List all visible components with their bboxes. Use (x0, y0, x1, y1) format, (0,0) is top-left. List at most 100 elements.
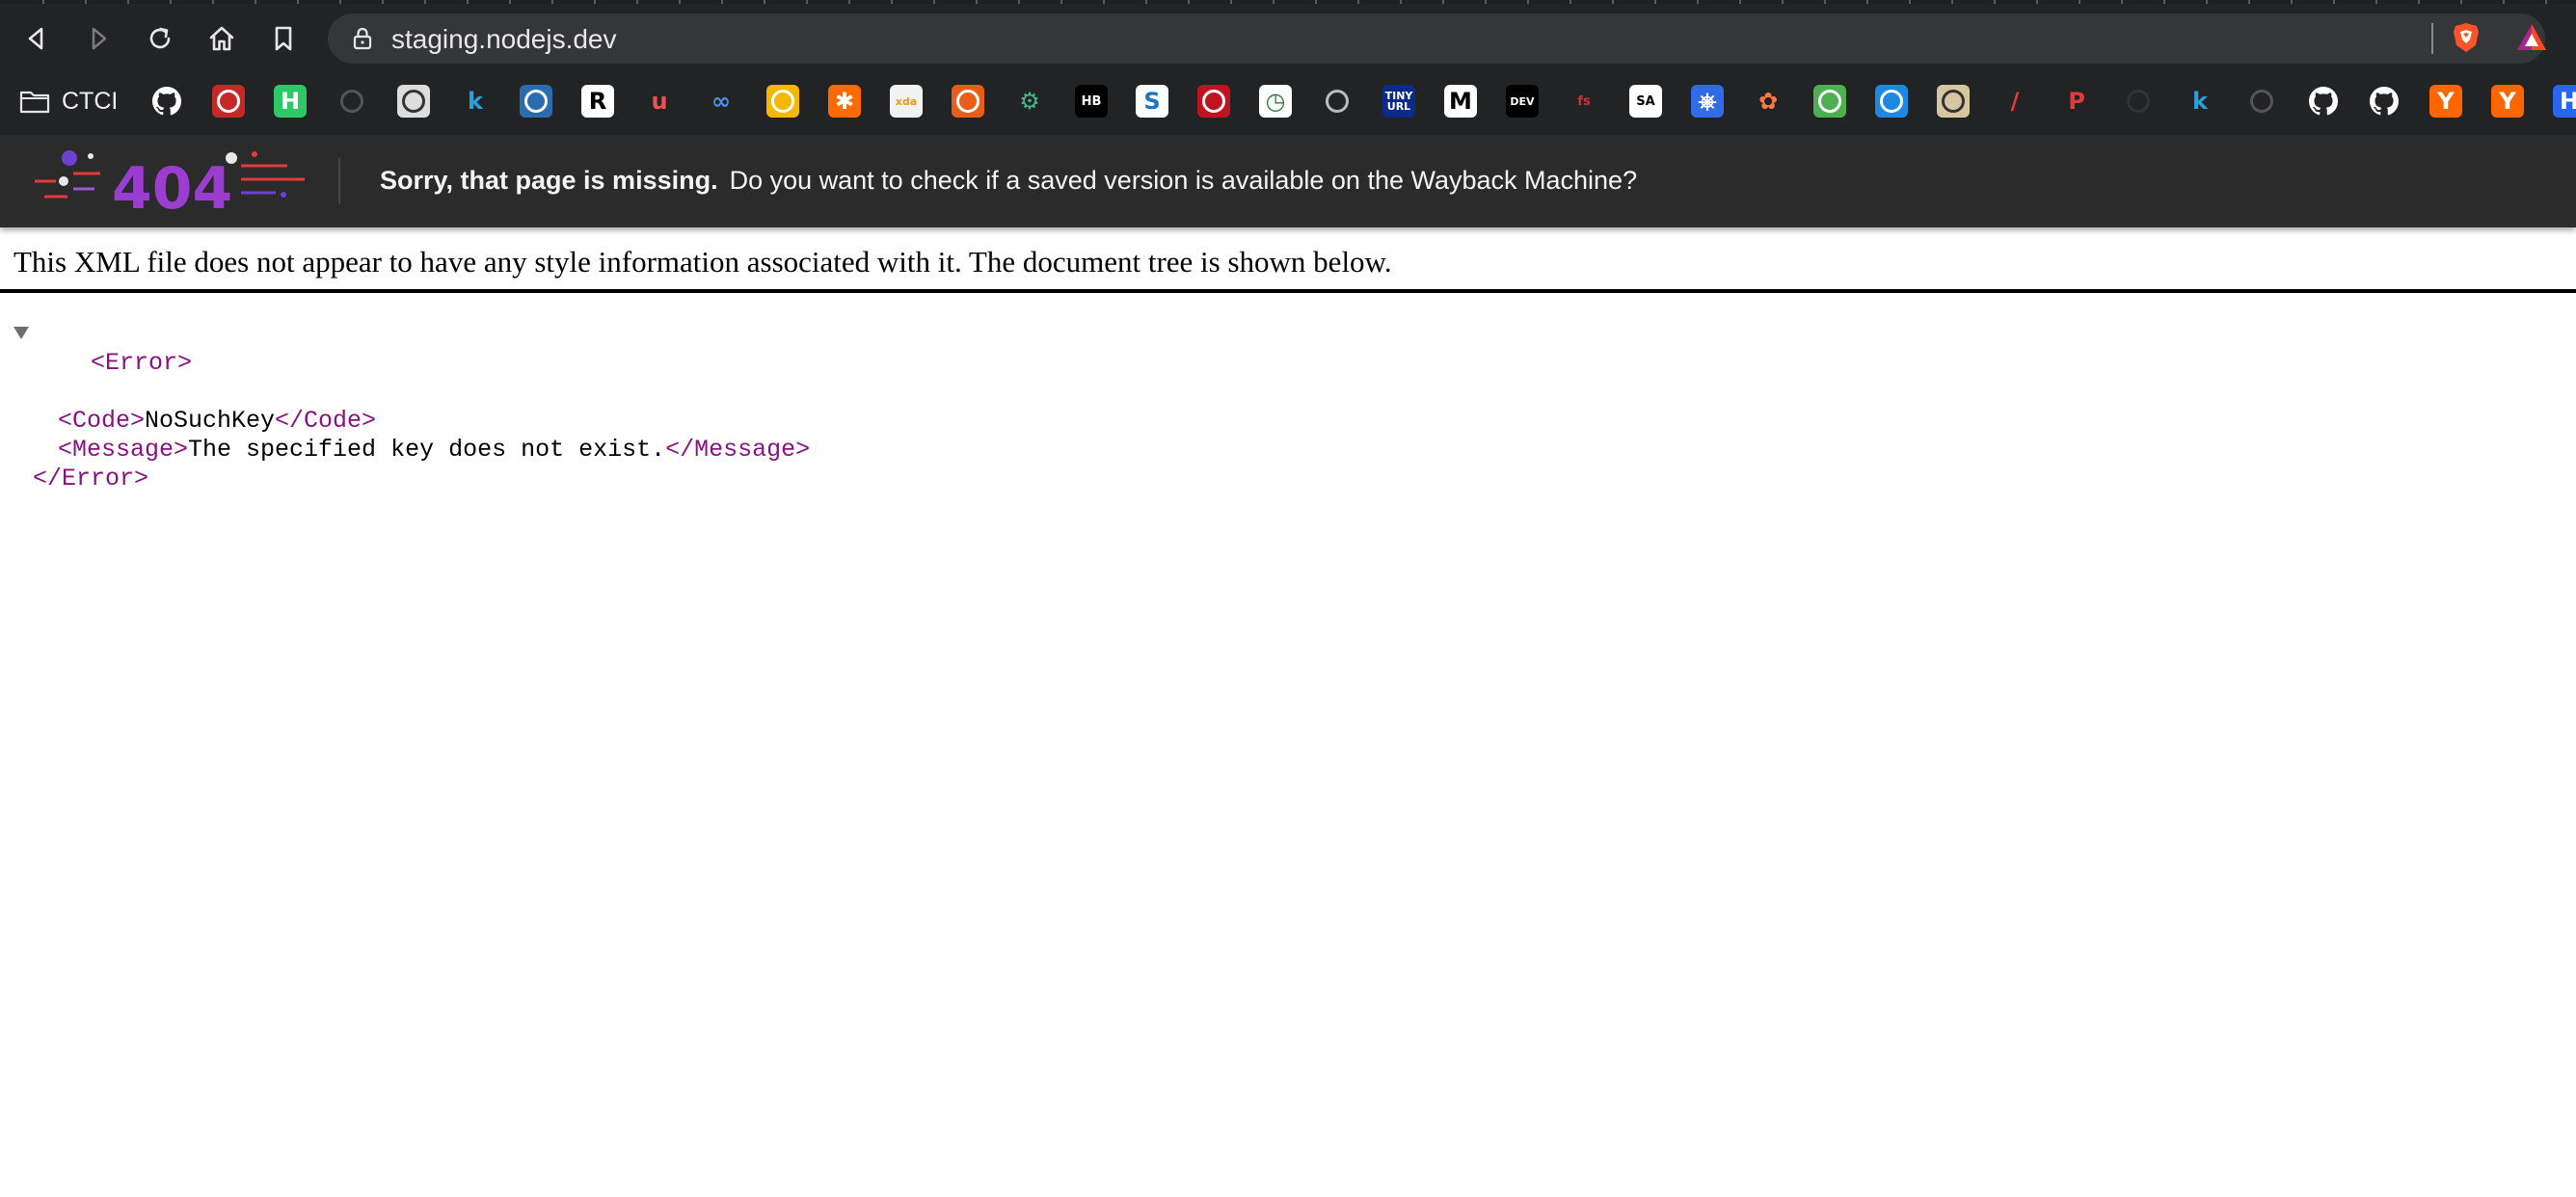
wayback-banner: 404 Sorry, that page is missing. Do you w… (0, 135, 2576, 227)
browser-toolbar: staging.nodejs.dev (0, 4, 2576, 71)
xda-icon[interactable]: xda (890, 85, 923, 118)
wayback-message: Sorry, that page is missing. Do you want … (380, 166, 1637, 196)
red-circle-icon[interactable] (1197, 85, 1230, 118)
hb-icon[interactable]: HB (1075, 85, 1108, 118)
s-box-icon[interactable]: S (1136, 85, 1168, 118)
ycombinator-icon[interactable]: Y (2429, 85, 2462, 118)
jenkins-mark (1942, 90, 1965, 113)
back-icon (28, 27, 43, 50)
k-blue-icon[interactable]: k (459, 85, 492, 118)
s-box-glyph: S (1143, 88, 1161, 115)
tinyurl-icon[interactable]: TINY URL (1382, 85, 1415, 118)
ycombinator-2-glyph: Y (2499, 88, 2516, 115)
r-box-icon[interactable]: R (581, 85, 614, 118)
octo-outline-icon[interactable] (1321, 85, 1354, 118)
bookmark-folder-ctci[interactable]: CTCI (19, 85, 118, 118)
dev-glyph: DEV (1510, 94, 1535, 108)
mascot-glasses-icon[interactable] (397, 85, 430, 118)
codepen-red-mark (217, 90, 240, 113)
github-3-icon[interactable] (2368, 85, 2401, 118)
codepen-red-icon[interactable] (212, 85, 245, 118)
github-2-icon[interactable] (2307, 85, 2340, 118)
address-bar-divider (2431, 23, 2433, 54)
jenkins-icon[interactable] (1937, 85, 1970, 118)
xml-tag-error-close: </Error> (33, 465, 149, 492)
url-text: staging.nodejs.dev (391, 24, 617, 54)
xml-tag-code-open: <Code> (58, 407, 146, 435)
xml-tag-code-close: </Code> (275, 407, 377, 435)
h-blue-glyph: H (2559, 88, 2576, 115)
xml-line-code: <Code>NoSuchKey</Code> (13, 407, 810, 436)
reload-icon (149, 27, 171, 49)
xml-line-error-open: <Error> (13, 320, 810, 407)
k-blue-glyph: k (468, 88, 483, 115)
orange-box-icon[interactable] (952, 85, 984, 118)
wayback-404-logo: 404 (35, 150, 305, 218)
lock-icon (353, 27, 372, 50)
address-bar[interactable]: staging.nodejs.dev (328, 13, 2545, 64)
k-blue-2-icon[interactable]: k (2184, 85, 2216, 118)
p-red-icon[interactable]: P (2060, 85, 2093, 118)
forward-button[interactable] (79, 19, 118, 58)
clock-green-glyph: ◷ (1265, 88, 1286, 115)
back-button[interactable] (17, 19, 56, 58)
octo-outline-mark (1326, 90, 1349, 113)
medium-icon[interactable]: M (1444, 85, 1477, 118)
infinity-icon[interactable]: ∞ (705, 85, 738, 118)
leaf-green-mark (1818, 90, 1841, 113)
xml-notice-rule (0, 289, 2576, 293)
github-icon[interactable] (150, 85, 183, 118)
flower-orange-icon[interactable]: ✿ (1752, 85, 1784, 118)
bookmark-page-button[interactable] (264, 19, 303, 58)
globe-blue-icon[interactable] (1875, 85, 1908, 118)
codepen-icon[interactable] (335, 85, 368, 118)
kubernetes-icon[interactable]: ⎈ (1691, 85, 1724, 118)
home-button[interactable] (202, 19, 241, 58)
dev-icon[interactable]: DEV (1506, 85, 1539, 118)
xml-document-tree: <Error> <Code>NoSuchKey</Code> <Message>… (13, 320, 810, 493)
wayback-prompt[interactable]: Do you want to check if a saved version … (730, 166, 1638, 195)
udemy-glyph: u (651, 88, 668, 115)
brave-shields-icon[interactable] (2449, 20, 2483, 55)
xml-line-error-close: </Error> (13, 465, 810, 493)
cube-icon[interactable] (766, 85, 799, 118)
udemy-icon[interactable]: u (643, 85, 676, 118)
p-red-glyph: P (2068, 88, 2085, 115)
h-blue-icon[interactable]: H (2553, 85, 2576, 118)
banner-separator (338, 158, 340, 204)
hackerrank-glyph: H (280, 88, 301, 115)
gear-green-glyph: ⚙ (1019, 88, 1040, 115)
asterisk-orange-icon[interactable]: ✱ (828, 85, 861, 118)
red-circle-mark (1202, 90, 1225, 113)
xml-message-value: The specified key does not exist. (188, 436, 666, 464)
bank-mark (2250, 90, 2273, 113)
ycombinator-2-icon[interactable]: Y (2491, 85, 2524, 118)
asterisk-orange-glyph: ✱ (834, 88, 855, 115)
pen-red-glyph: / (2010, 88, 2020, 115)
xml-tag-error-open: <Error> (91, 349, 193, 377)
logo-404-text: 404 (112, 155, 232, 218)
clock-green-icon[interactable]: ◷ (1259, 85, 1292, 118)
codepen-mark (340, 90, 363, 113)
square-outline-icon[interactable] (2122, 85, 2155, 118)
ycombinator-glyph: Y (2437, 88, 2455, 115)
shield-blue-icon[interactable] (520, 85, 552, 118)
xml-line-message: <Message>The specified key does not exis… (13, 436, 810, 465)
xda-glyph: xda (895, 94, 918, 108)
bookmark-folder-label: CTCI (62, 87, 119, 115)
leaf-green-icon[interactable] (1813, 85, 1846, 118)
collapse-triangle-icon[interactable] (13, 327, 29, 339)
reload-button[interactable] (141, 19, 179, 58)
home-icon (209, 26, 234, 51)
xml-style-notice: This XML file does not appear to have an… (13, 245, 1392, 279)
bookmark-icon (275, 26, 292, 51)
orange-box-mark (956, 90, 979, 113)
gear-green-icon[interactable]: ⚙ (1013, 85, 1046, 118)
sa-icon[interactable]: SA (1629, 85, 1662, 118)
bank-icon[interactable] (2245, 85, 2278, 118)
brave-rewards-icon[interactable] (2514, 20, 2549, 55)
hackerrank-icon[interactable]: H (274, 85, 307, 118)
fs-icon[interactable]: fs (1568, 85, 1600, 118)
mascot-glasses-mark (402, 90, 425, 113)
pen-red-icon[interactable]: / (1999, 85, 2031, 118)
